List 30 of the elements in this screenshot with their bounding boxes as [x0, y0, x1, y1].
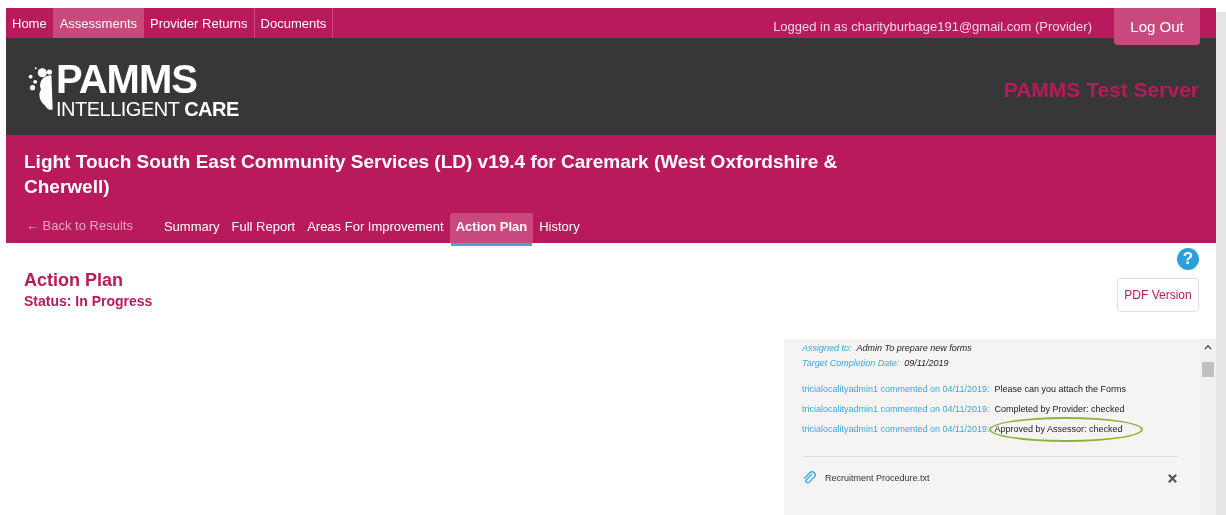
close-icon[interactable] — [1167, 472, 1178, 484]
logo-subtitle: INTELLIGENT CARE — [56, 98, 239, 119]
server-name: PAMMS Test Server — [1003, 77, 1199, 102]
field-value: Admin To prepare new forms — [856, 343, 972, 353]
user-info: Logged in as charityburbage191@gmail.com (Provider) — [773, 18, 1092, 34]
tab[interactable]: Areas For Improvement — [301, 219, 450, 243]
pdf-button[interactable]: PDF Version — [1117, 278, 1199, 312]
nav-link[interactable]: Assessments — [53, 8, 144, 38]
field-label: Target Completion Date: — [802, 358, 900, 368]
comment-text: Completed by Provider: checked — [994, 404, 1125, 414]
tab[interactable]: Summary — [157, 219, 226, 243]
page-heading: Action Plan — [24, 270, 124, 291]
window-scrollbar[interactable] — [1216, 12, 1226, 515]
tab[interactable]: Full Report — [225, 219, 302, 243]
status-text: Status: In Progress — [24, 293, 153, 309]
tab[interactable]: History — [533, 219, 586, 243]
attachment-name: Recruitment Procedure.txt — [825, 473, 930, 483]
tab[interactable]: Action Plan — [449, 213, 534, 243]
logout-button[interactable]: Log Out — [1114, 8, 1200, 45]
field-label: Assigned to: — [802, 343, 852, 353]
scroll-thumb[interactable] — [1202, 362, 1214, 377]
comment-text: Please can you attach the Forms — [994, 384, 1127, 394]
back-link[interactable]: ← Back to Results — [26, 218, 133, 243]
field-value: 09/11/2019 — [904, 358, 949, 368]
assessment-title: Light Touch South East Community Services (LD) v19.4 for Caremark (West Oxfordshire & Cherwell) — [24, 150, 839, 199]
scrollbar[interactable] — [1200, 339, 1216, 515]
logo-title: PAMMS — [56, 58, 198, 99]
scroll-up-icon[interactable] — [1204, 345, 1212, 350]
paperclip-icon — [802, 471, 816, 485]
comment-text: Approved by Assessor: checked — [994, 424, 1123, 434]
